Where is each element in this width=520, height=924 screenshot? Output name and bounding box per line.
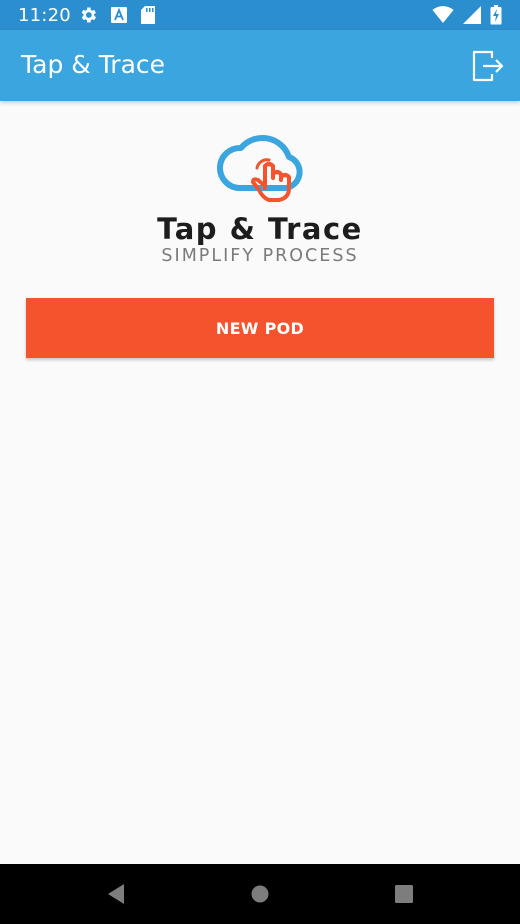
app-title: Tap & Trace bbox=[21, 50, 166, 79]
logo-name: Tap & Trace bbox=[157, 212, 363, 246]
gear-icon bbox=[81, 7, 96, 23]
battery-icon bbox=[490, 5, 502, 25]
signal-icon bbox=[463, 6, 481, 24]
back-icon[interactable] bbox=[100, 878, 132, 910]
wifi-icon bbox=[432, 6, 454, 23]
logout-icon[interactable] bbox=[470, 48, 506, 84]
new-pod-button[interactable]: NEW POD bbox=[26, 298, 494, 358]
navigation-bar bbox=[0, 864, 520, 924]
recents-icon[interactable] bbox=[388, 878, 420, 910]
status-icons-left bbox=[78, 5, 156, 25]
cloud-tap-logo-icon bbox=[216, 134, 303, 202]
home-icon[interactable] bbox=[244, 878, 276, 910]
app-bar: Tap & Trace bbox=[0, 30, 520, 101]
status-bar: 11:20 bbox=[0, 0, 520, 30]
status-time: 11:20 bbox=[18, 5, 71, 26]
sd-card-icon bbox=[141, 6, 155, 24]
logo: Tap & Trace SIMPLIFY PROCESS bbox=[0, 124, 520, 266]
a-icon bbox=[111, 7, 127, 23]
status-icons-right bbox=[432, 5, 502, 25]
logo-tagline: SIMPLIFY PROCESS bbox=[161, 246, 359, 266]
